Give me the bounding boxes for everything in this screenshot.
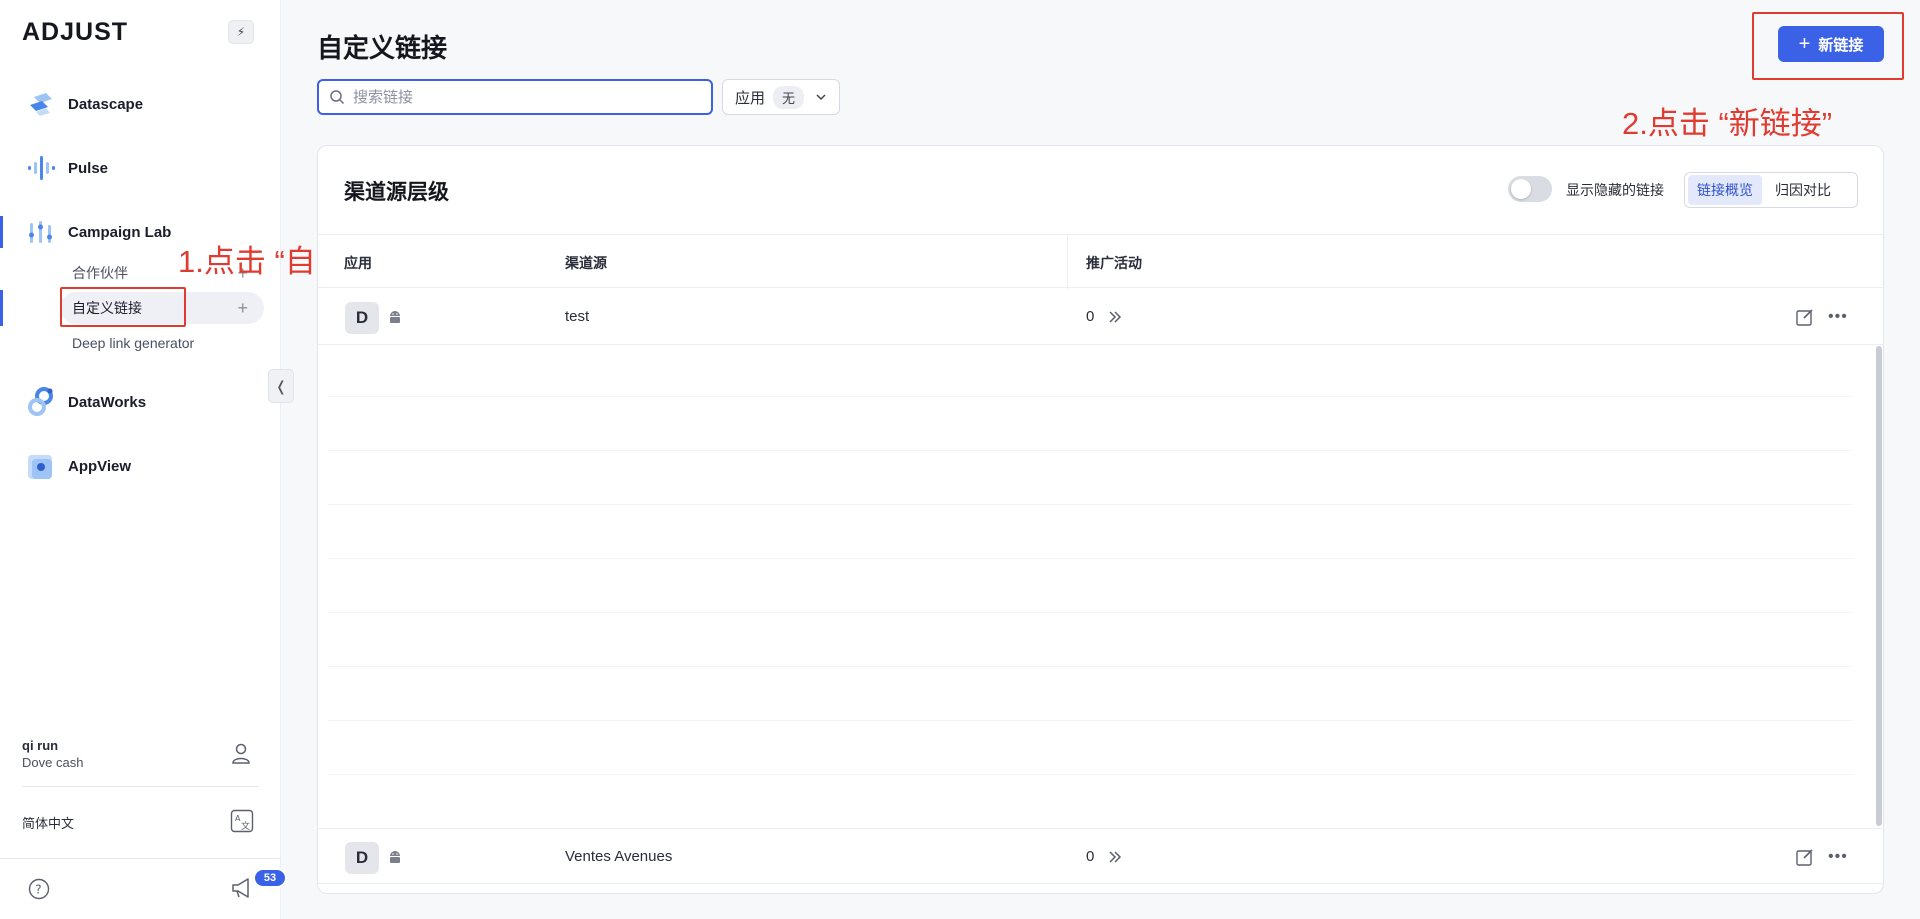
collapse-sidebar-button[interactable]: ❬ xyxy=(268,369,294,403)
language-label[interactable]: 简体中文 xyxy=(22,813,74,832)
column-separator xyxy=(1067,235,1068,289)
megaphone-icon[interactable] xyxy=(230,876,256,900)
double-chevron-right-icon[interactable] xyxy=(1106,308,1124,326)
sub-item-label: 合作伙伴 xyxy=(72,265,128,281)
table-row[interactable]: D Ventes Avenues 0 ••• xyxy=(318,828,1883,884)
nav-label: Campaign Lab xyxy=(68,223,172,241)
source-cell[interactable]: test xyxy=(565,308,589,325)
row-divider xyxy=(328,558,1853,559)
campaigns-count: 0 xyxy=(1086,308,1095,325)
app-avatar: D xyxy=(345,302,379,334)
divider xyxy=(22,786,259,787)
user-name: qi run xyxy=(22,738,59,753)
user-icon[interactable] xyxy=(230,742,252,764)
row-divider xyxy=(328,612,1853,613)
nav-item-dataworks[interactable]: DataWorks xyxy=(0,380,281,424)
add-icon[interactable]: + xyxy=(237,298,248,319)
svg-text:文: 文 xyxy=(241,820,250,832)
row-divider xyxy=(328,504,1853,505)
toggle-label: 显示隐藏的链接 xyxy=(1566,182,1664,198)
user-info: qi run Dove cash xyxy=(22,738,83,770)
nav-item-datascape[interactable]: Datascape xyxy=(0,82,281,126)
android-icon xyxy=(390,311,400,323)
app-filter-label: 应用 xyxy=(735,89,766,107)
more-options-icon[interactable]: ••• xyxy=(1828,309,1850,325)
source-cell[interactable]: Ventes Avenues xyxy=(565,848,672,865)
toggle-knob xyxy=(1511,179,1531,199)
edit-icon[interactable] xyxy=(1795,847,1815,867)
view-option-overview[interactable]: 链接概览 xyxy=(1688,175,1762,205)
sub-item-label: Deep link generator xyxy=(72,335,195,351)
page-title: 自定义链接 xyxy=(317,33,448,63)
adjust-logo[interactable]: ADJUST xyxy=(22,18,128,47)
sidebar: ADJUST ⚡ Datascape Pulse Campaign Lab 合作… xyxy=(0,0,287,919)
user-org: Dove cash xyxy=(22,755,84,770)
datascape-icon xyxy=(30,93,52,116)
show-hidden-links-toggle[interactable] xyxy=(1508,176,1552,202)
pulse-icon xyxy=(28,156,55,180)
nav-label: Pulse xyxy=(68,159,109,177)
selected-indicator xyxy=(0,290,3,326)
app-filter-value: 无 xyxy=(773,85,805,109)
row-divider xyxy=(328,666,1853,667)
card-title: 渠道源层级 xyxy=(344,181,449,204)
dataworks-icon xyxy=(28,387,53,416)
sidebar-item-deep-link-generator[interactable]: Deep link generator xyxy=(60,327,264,359)
help-icon[interactable]: ? xyxy=(28,878,50,900)
search-input[interactable] xyxy=(353,85,703,109)
svg-text:?: ? xyxy=(35,883,41,897)
nav-item-appview[interactable]: AppView xyxy=(0,444,281,488)
nav-label: Datascape xyxy=(68,95,144,113)
view-option-attribution[interactable]: 归因对比 xyxy=(1766,175,1840,205)
divider xyxy=(0,858,281,859)
nav-label: DataWorks xyxy=(68,393,147,411)
appview-icon xyxy=(28,455,52,479)
links-card: 渠道源层级 显示隐藏的链接 链接概览 归因对比 应用 渠道源 推广活动 D te… xyxy=(317,145,1884,894)
campaigns-count: 0 xyxy=(1086,848,1095,865)
nav-item-pulse[interactable]: Pulse xyxy=(0,146,281,190)
campaign-lab-icon xyxy=(29,221,52,243)
table-row[interactable]: D test 0 ••• xyxy=(318,289,1883,345)
column-header-campaigns[interactable]: 推广活动 xyxy=(1086,253,1142,273)
more-options-icon[interactable]: ••• xyxy=(1828,849,1850,865)
vertical-scrollbar[interactable] xyxy=(1876,346,1882,826)
lightning-icon[interactable]: ⚡ xyxy=(228,20,254,44)
table-header: 应用 渠道源 推广活动 xyxy=(318,234,1883,289)
view-switcher: 链接概览 归因对比 xyxy=(1684,172,1858,208)
row-divider xyxy=(328,774,1853,775)
notification-badge: 53 xyxy=(253,868,287,888)
translate-icon[interactable]: A 文 xyxy=(230,809,254,833)
edit-icon[interactable] xyxy=(1795,307,1815,327)
column-header-app[interactable]: 应用 xyxy=(344,253,372,273)
app-avatar: D xyxy=(345,842,379,874)
annotation-step2: 2.点击 “新链接” xyxy=(1622,106,1833,141)
row-divider xyxy=(328,396,1853,397)
column-header-source[interactable]: 渠道源 xyxy=(565,253,607,273)
app-filter-dropdown[interactable]: 应用 无 xyxy=(722,79,840,115)
table-body-empty xyxy=(328,346,1853,836)
annotation-box-custom-links xyxy=(60,287,186,327)
search-box[interactable] xyxy=(317,79,713,115)
search-icon xyxy=(330,90,345,105)
row-divider xyxy=(328,720,1853,721)
double-chevron-right-icon[interactable] xyxy=(1106,848,1124,866)
android-icon xyxy=(390,851,400,863)
row-divider xyxy=(328,450,1853,451)
nav-label: AppView xyxy=(68,457,132,475)
chevron-down-icon xyxy=(816,94,826,101)
annotation-box-new-link xyxy=(1752,12,1904,80)
